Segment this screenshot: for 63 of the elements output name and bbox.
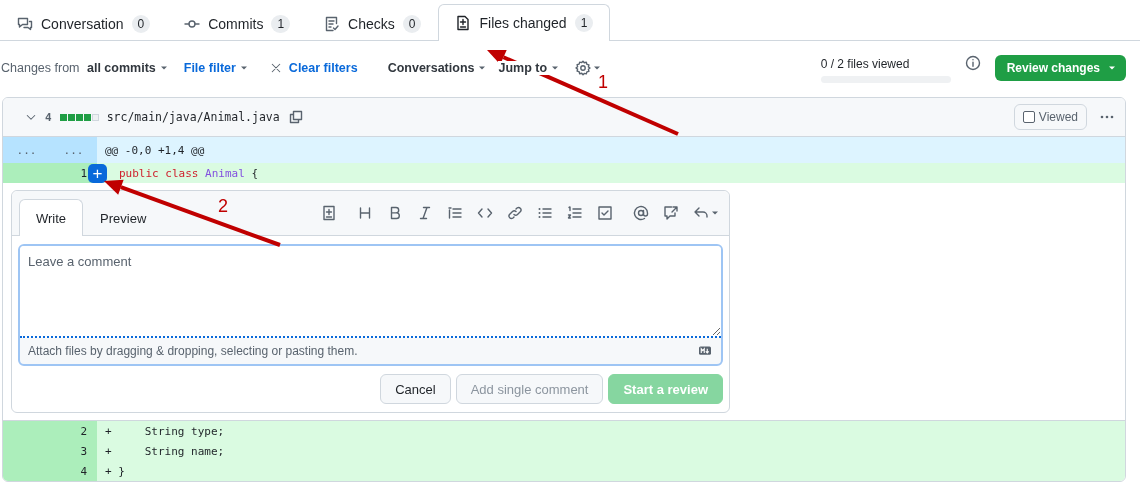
file-diff-icon[interactable] <box>321 205 337 221</box>
file-diff-icon <box>455 15 472 31</box>
caret-icon <box>159 64 168 72</box>
annotation-number: 1 <box>598 72 608 93</box>
line-number: 2 <box>50 421 97 441</box>
speech-bubbles-icon <box>17 15 33 32</box>
filter-menu-button[interactable]: File filter <box>183 61 248 75</box>
code-line: + String name; <box>104 444 225 458</box>
count-badge: 0 <box>131 14 151 33</box>
menu-button[interactable]: Conversations <box>387 61 487 75</box>
markdown-icon <box>697 345 713 357</box>
add-line-comment-button[interactable]: + <box>88 164 107 183</box>
line-number: ... <box>3 137 50 163</box>
count-badge: 0 <box>402 14 422 33</box>
close-icon <box>269 62 282 74</box>
checklist-icon <box>324 15 341 32</box>
caret-icon <box>593 64 602 72</box>
settings-icon <box>575 60 592 76</box>
tab[interactable]: Checks 0 <box>307 5 439 41</box>
bullet-list-icon[interactable] <box>537 205 553 221</box>
tab[interactable]: Files changed 1 <box>438 4 611 41</box>
file-path: src/main/java/Animal.java <box>106 110 280 124</box>
tab[interactable]: Commits 1 <box>167 5 308 41</box>
cancel-button[interactable]: Cancel <box>380 374 451 404</box>
viewed-button[interactable]: Viewed <box>1013 104 1087 130</box>
annotation-number: 2 <box>218 196 228 217</box>
info-icon <box>964 55 981 71</box>
line-number: ... <box>50 137 97 163</box>
code-line: + } <box>104 464 125 478</box>
attach-hint: Attach files by dragging & dropping, selecting or pasting them. <box>28 344 358 358</box>
line-number: 4 <box>50 461 97 481</box>
caret-icon <box>478 64 487 72</box>
cross-reference-icon[interactable] <box>663 205 679 221</box>
code-line: + String type; <box>104 424 225 438</box>
count-badge: 1 <box>574 14 594 32</box>
caret-icon <box>551 64 560 72</box>
tab[interactable]: Preview <box>83 199 164 236</box>
files-viewed-count: 0 / 2 files viewed <box>820 56 911 71</box>
quote-icon[interactable] <box>447 205 463 221</box>
heading-icon[interactable] <box>357 205 373 221</box>
comment-field[interactable]: Leave a comment Attach files by dragging & dropping, selecting or pasting them. <box>18 244 723 366</box>
code-line: public class Animal { <box>118 166 259 180</box>
caret-icon <box>239 64 248 72</box>
numbered-list-icon[interactable] <box>567 205 583 221</box>
hunk-header: @@ -0,0 +1,4 @@ <box>104 143 205 157</box>
menu-button[interactable]: Changes from all commits <box>1 61 168 75</box>
task-list-icon[interactable] <box>597 205 613 221</box>
menu-button[interactable]: Jump to <box>498 61 560 75</box>
link-icon[interactable] <box>507 205 523 221</box>
checkbox[interactable] <box>1022 111 1035 123</box>
tab[interactable]: Conversation 0 <box>0 5 168 41</box>
copy-icon[interactable] <box>287 109 304 125</box>
count-badge: 1 <box>271 14 291 33</box>
tab[interactable]: Write <box>19 199 84 236</box>
caret-icon <box>1108 64 1116 72</box>
italic-icon[interactable] <box>417 205 433 221</box>
change-count: 4 <box>45 110 52 124</box>
line-number: 3 <box>50 441 97 461</box>
line-number-gutter <box>3 163 50 183</box>
reply-icon[interactable] <box>693 205 709 221</box>
mention-icon[interactable] <box>633 205 649 221</box>
caret-icon <box>711 209 719 217</box>
clear-filters-link[interactable]: Clear filters <box>269 61 358 75</box>
